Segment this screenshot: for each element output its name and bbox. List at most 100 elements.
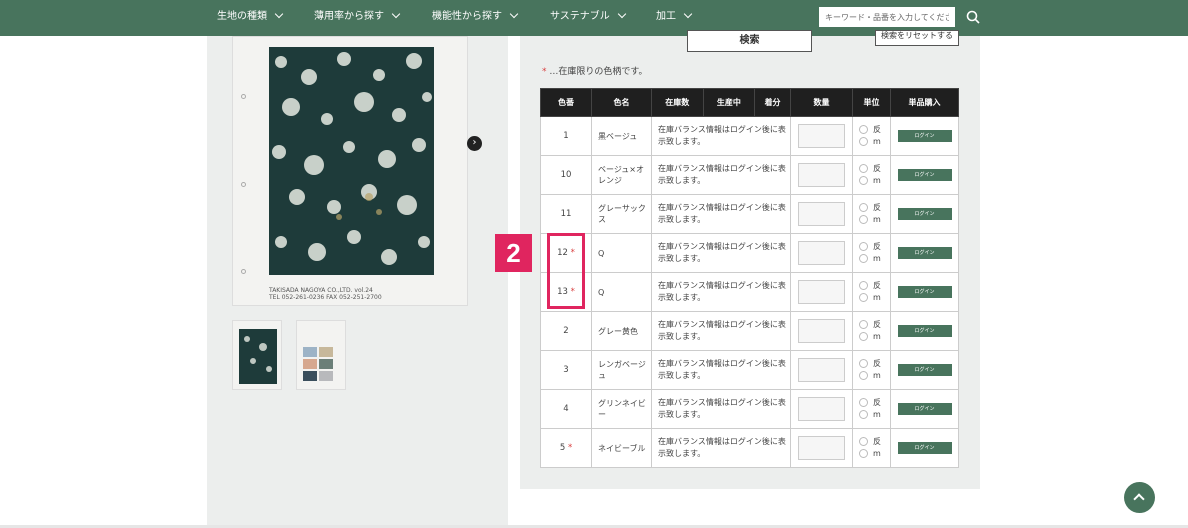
nav-usage-rate[interactable]: 薄用率から探す <box>314 0 401 36</box>
unit-option-meter[interactable]: m <box>859 331 890 343</box>
unit-option-tan[interactable]: 反 <box>859 319 890 331</box>
quantity-input[interactable] <box>798 280 845 304</box>
image-caption-line: TEL 052-261-0236 FAX 052-251-2700 <box>269 294 382 301</box>
nav-fabric-type[interactable]: 生地の種類 <box>217 0 284 36</box>
nav-functionality[interactable]: 機能性から探す <box>432 0 519 36</box>
login-button[interactable]: ログイン <box>897 286 952 298</box>
radio-icon[interactable] <box>859 359 868 368</box>
unit-option-tan[interactable]: 反 <box>859 202 890 214</box>
unit-option-tan[interactable]: 反 <box>859 436 890 448</box>
thumbnail-2[interactable] <box>296 320 346 390</box>
stock-info: 在庫バランス情報はログイン後に表示致します。 <box>651 194 791 234</box>
nav-processing[interactable]: 加工 <box>656 0 693 36</box>
color-number-cell: 2 <box>540 311 592 351</box>
stock-info: 在庫バランス情報はログイン後に表示致します。 <box>651 428 791 468</box>
login-button[interactable]: ログイン <box>897 325 952 337</box>
unit-option-meter[interactable]: m <box>859 253 890 265</box>
chevron-down-icon <box>617 9 627 19</box>
header-single-purchase: 単品購入 <box>890 88 959 117</box>
unit-option-meter[interactable]: m <box>859 292 890 304</box>
login-button[interactable]: ログイン <box>897 442 952 454</box>
unit-option-tan[interactable]: 反 <box>859 163 890 175</box>
radio-icon[interactable] <box>859 164 868 173</box>
login-button[interactable]: ログイン <box>897 247 952 259</box>
search-icon[interactable] <box>966 10 980 24</box>
quantity-input[interactable] <box>798 397 845 421</box>
note-text: …在庫限りの色柄です。 <box>549 67 648 77</box>
login-button[interactable]: ログイン <box>897 130 952 142</box>
radio-icon[interactable] <box>859 371 868 380</box>
quantity-input[interactable] <box>798 358 845 382</box>
highlight-box <box>547 233 585 309</box>
quantity-input[interactable] <box>798 124 845 148</box>
unit-option-meter[interactable]: m <box>859 214 890 226</box>
binder-hole <box>241 94 246 99</box>
radio-icon[interactable] <box>859 293 868 302</box>
radio-icon[interactable] <box>859 437 868 446</box>
radio-icon[interactable] <box>859 281 868 290</box>
unit-option-meter[interactable]: m <box>859 136 890 148</box>
unit-option-meter[interactable]: m <box>859 409 890 421</box>
unit-cell: 反m <box>852 155 891 195</box>
table-row: 2 グレー黄色 在庫バランス情報はログイン後に表示致します。 反 m ログイン <box>540 311 959 351</box>
color-number: 5 <box>559 443 566 453</box>
radio-icon[interactable] <box>859 449 868 458</box>
radio-icon[interactable] <box>859 320 868 329</box>
unit-label: 反 <box>873 242 881 251</box>
unit-label: 反 <box>873 359 881 368</box>
radio-icon[interactable] <box>859 332 868 341</box>
radio-icon[interactable] <box>859 125 868 134</box>
login-button[interactable]: ログイン <box>897 403 952 415</box>
purchase-cell: ログイン <box>890 389 959 429</box>
quantity-input[interactable] <box>798 202 845 226</box>
header-stock-count: 在庫数 <box>651 88 704 117</box>
radio-icon[interactable] <box>859 398 868 407</box>
login-button[interactable]: ログイン <box>897 208 952 220</box>
radio-icon[interactable] <box>859 203 868 212</box>
header-quantity: 数量 <box>790 88 853 117</box>
table-row: 10 ベージュ×オレンジ 在庫バランス情報はログイン後に表示致します。 反 m ログイン <box>540 155 959 195</box>
nav-sustainable[interactable]: サステナブル <box>550 0 627 36</box>
unit-label: m <box>873 449 881 458</box>
scroll-to-top-button[interactable] <box>1124 482 1155 513</box>
quantity-input[interactable] <box>798 163 845 187</box>
purchase-cell: ログイン <box>890 311 959 351</box>
unit-option-tan[interactable]: 反 <box>859 397 890 409</box>
chevron-up-icon <box>1133 493 1145 505</box>
unit-option-meter[interactable]: m <box>859 370 890 382</box>
unit-option-tan[interactable]: 反 <box>859 280 890 292</box>
quantity-input[interactable] <box>798 319 845 343</box>
color-number: 2 <box>563 326 569 336</box>
radio-icon[interactable] <box>859 137 868 146</box>
step-badge: 2 <box>495 234 532 272</box>
unit-option-tan[interactable]: 反 <box>859 241 890 253</box>
unit-label: 反 <box>873 437 881 446</box>
keyword-search-input[interactable] <box>819 7 955 27</box>
radio-icon[interactable] <box>859 215 868 224</box>
unit-cell: 反m <box>852 194 891 234</box>
next-image-button[interactable]: › <box>467 136 482 151</box>
lace-fabric-swatch <box>269 47 434 275</box>
radio-icon[interactable] <box>859 176 868 185</box>
unit-label: m <box>873 410 881 419</box>
radio-icon[interactable] <box>859 254 868 263</box>
quantity-input[interactable] <box>798 241 845 265</box>
unit-label: 反 <box>873 125 881 134</box>
unit-label: 反 <box>873 398 881 407</box>
unit-option-meter[interactable]: m <box>859 175 890 187</box>
product-main-image[interactable]: TAKISADA NAGOYA CO.,LTD. vol.24 TEL 052-2… <box>232 36 468 306</box>
table-row: 12 * Q 在庫バランス情報はログイン後に表示致します。反 m ログイン <box>540 233 959 273</box>
radio-icon[interactable] <box>859 410 868 419</box>
table-row: 1 黒ベージュ 在庫バランス情報はログイン後に表示致します。 反 m ログイン <box>540 116 959 156</box>
unit-option-tan[interactable]: 反 <box>859 124 890 136</box>
unit-label: m <box>873 332 881 341</box>
login-button[interactable]: ログイン <box>897 364 952 376</box>
radio-icon[interactable] <box>859 242 868 251</box>
unit-option-tan[interactable]: 反 <box>859 358 890 370</box>
login-button[interactable]: ログイン <box>897 169 952 181</box>
reset-search-button[interactable]: 検索をリセットする <box>875 30 959 46</box>
quantity-input[interactable] <box>798 436 845 460</box>
thumbnail-1[interactable] <box>232 320 282 390</box>
unit-option-meter[interactable]: m <box>859 448 890 460</box>
search-button[interactable]: 検索 <box>687 30 812 52</box>
